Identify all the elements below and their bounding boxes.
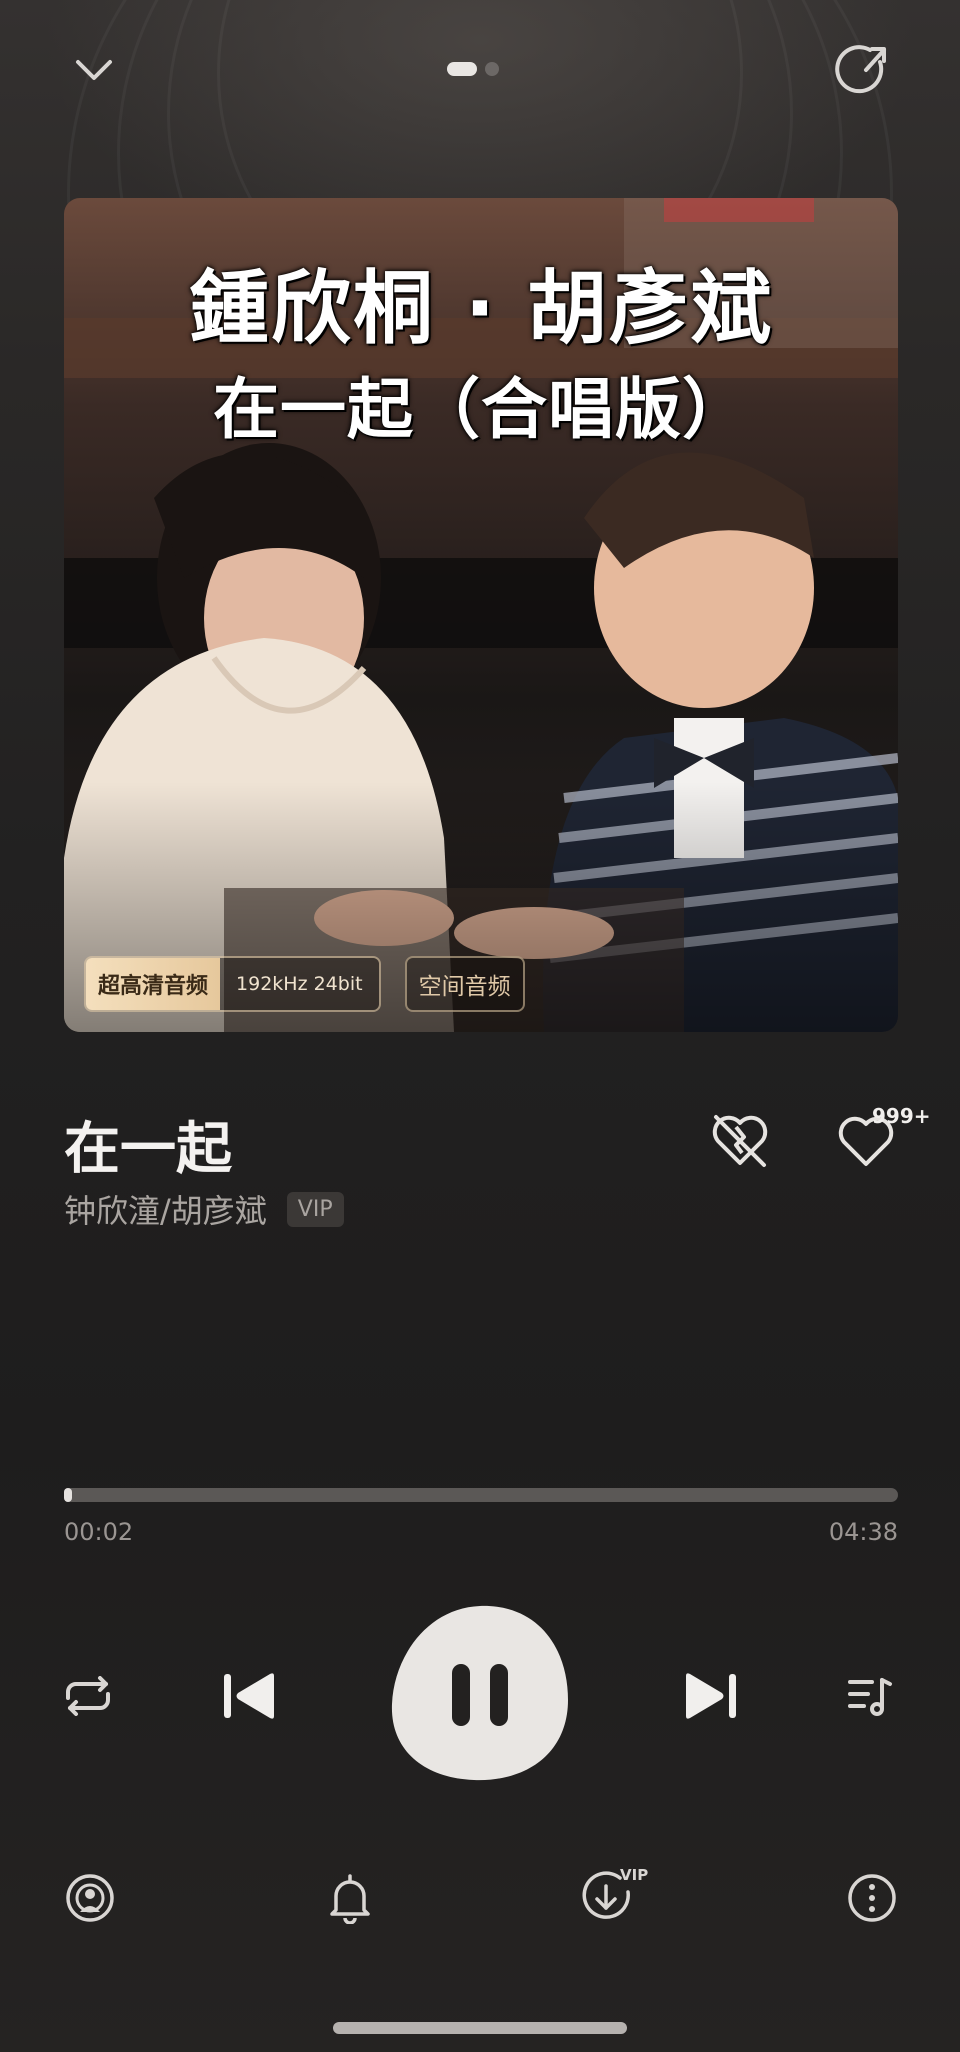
audio-quality-badge[interactable]: 超高清音频 192kHz 24bit	[84, 956, 381, 1012]
progress-fill	[64, 1488, 73, 1502]
previous-button[interactable]	[214, 1660, 286, 1732]
page-dot	[485, 62, 499, 76]
player-screen: 鍾欣桐 · 胡彥斌 在一起（合唱版） 超高清音频 192kHz 24bit 空间…	[0, 0, 960, 2052]
more-icon	[848, 1874, 896, 1922]
quality-spec: 192kHz 24bit	[220, 958, 379, 1010]
page-indicator[interactable]	[447, 62, 499, 76]
more-button[interactable]	[840, 1866, 904, 1930]
repeat-button[interactable]	[56, 1666, 120, 1726]
cover-song-text: 在一起（合唱版）	[213, 371, 749, 448]
album-cover[interactable]: 鍾欣桐 · 胡彥斌 在一起（合唱版） 超高清音频 192kHz 24bit 空间…	[64, 198, 898, 1032]
next-track-icon	[686, 1673, 736, 1719]
current-time: 00:02	[64, 1518, 134, 1546]
audio-quality-row: 超高清音频 192kHz 24bit 空间音频	[84, 956, 525, 1012]
bell-icon	[330, 1874, 370, 1924]
playlist-icon	[848, 1678, 892, 1716]
progress-bar[interactable]	[64, 1488, 898, 1502]
like-count: 999+	[872, 1104, 931, 1128]
repeat-icon	[66, 1676, 110, 1716]
home-indicator[interactable]	[333, 2022, 627, 2034]
alarm-button[interactable]	[318, 1866, 382, 1930]
download-icon: VIP	[582, 1866, 648, 1919]
listen-together-button[interactable]	[58, 1866, 122, 1930]
artist-row: 钟欣潼/胡彦斌 VIP	[64, 1186, 344, 1232]
collapse-button[interactable]	[62, 38, 126, 102]
quality-label: 超高清音频	[86, 958, 221, 1010]
previous-track-icon	[224, 1673, 274, 1719]
dislike-button[interactable]	[704, 1104, 776, 1176]
song-title: 在一起	[64, 1117, 232, 1182]
pause-button[interactable]	[388, 1600, 572, 1784]
next-button[interactable]	[674, 1660, 746, 1732]
share-button[interactable]	[832, 38, 896, 102]
broken-heart-icon	[712, 1115, 768, 1167]
artist-link[interactable]: 钟欣潼/胡彦斌	[64, 1186, 267, 1232]
share-arrow-icon	[835, 45, 886, 94]
cover-artist-text: 鍾欣桐 · 胡彥斌	[188, 262, 774, 355]
download-button[interactable]: VIP	[578, 1862, 650, 1930]
listen-together-icon	[66, 1874, 114, 1922]
playlist-button[interactable]	[838, 1664, 902, 1728]
download-vip-badge: VIP	[620, 1866, 648, 1884]
spatial-audio-badge[interactable]: 空间音频	[404, 956, 525, 1012]
pause-icon	[391, 1605, 568, 1781]
vip-badge: VIP	[286, 1191, 344, 1227]
total-time: 04:38	[828, 1518, 898, 1546]
page-dot-active	[447, 62, 477, 76]
chevron-down-icon	[76, 60, 112, 80]
